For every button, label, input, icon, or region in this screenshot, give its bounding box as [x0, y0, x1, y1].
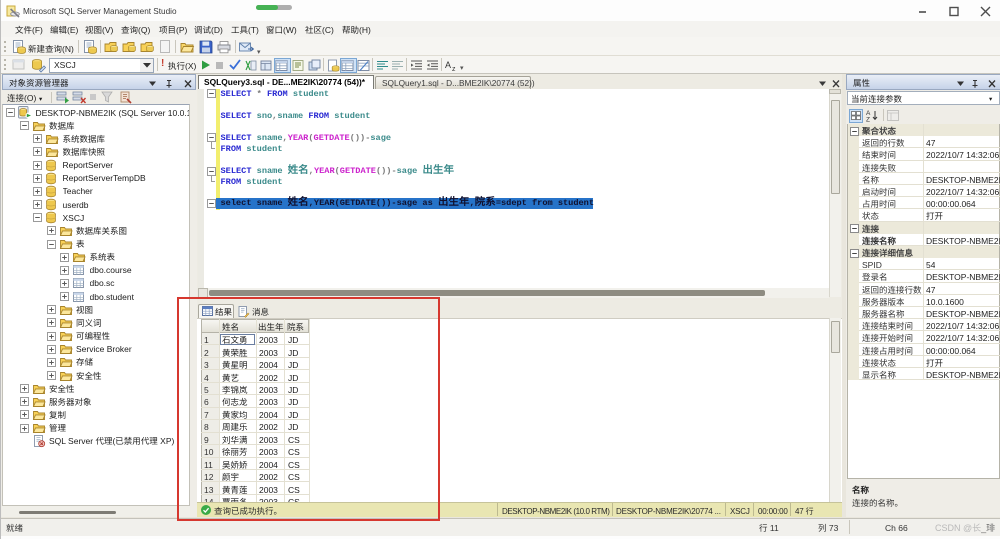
svg-text:Z: Z	[866, 117, 870, 124]
svg-text:z: z	[452, 66, 456, 73]
svg-text:A: A	[445, 60, 451, 70]
